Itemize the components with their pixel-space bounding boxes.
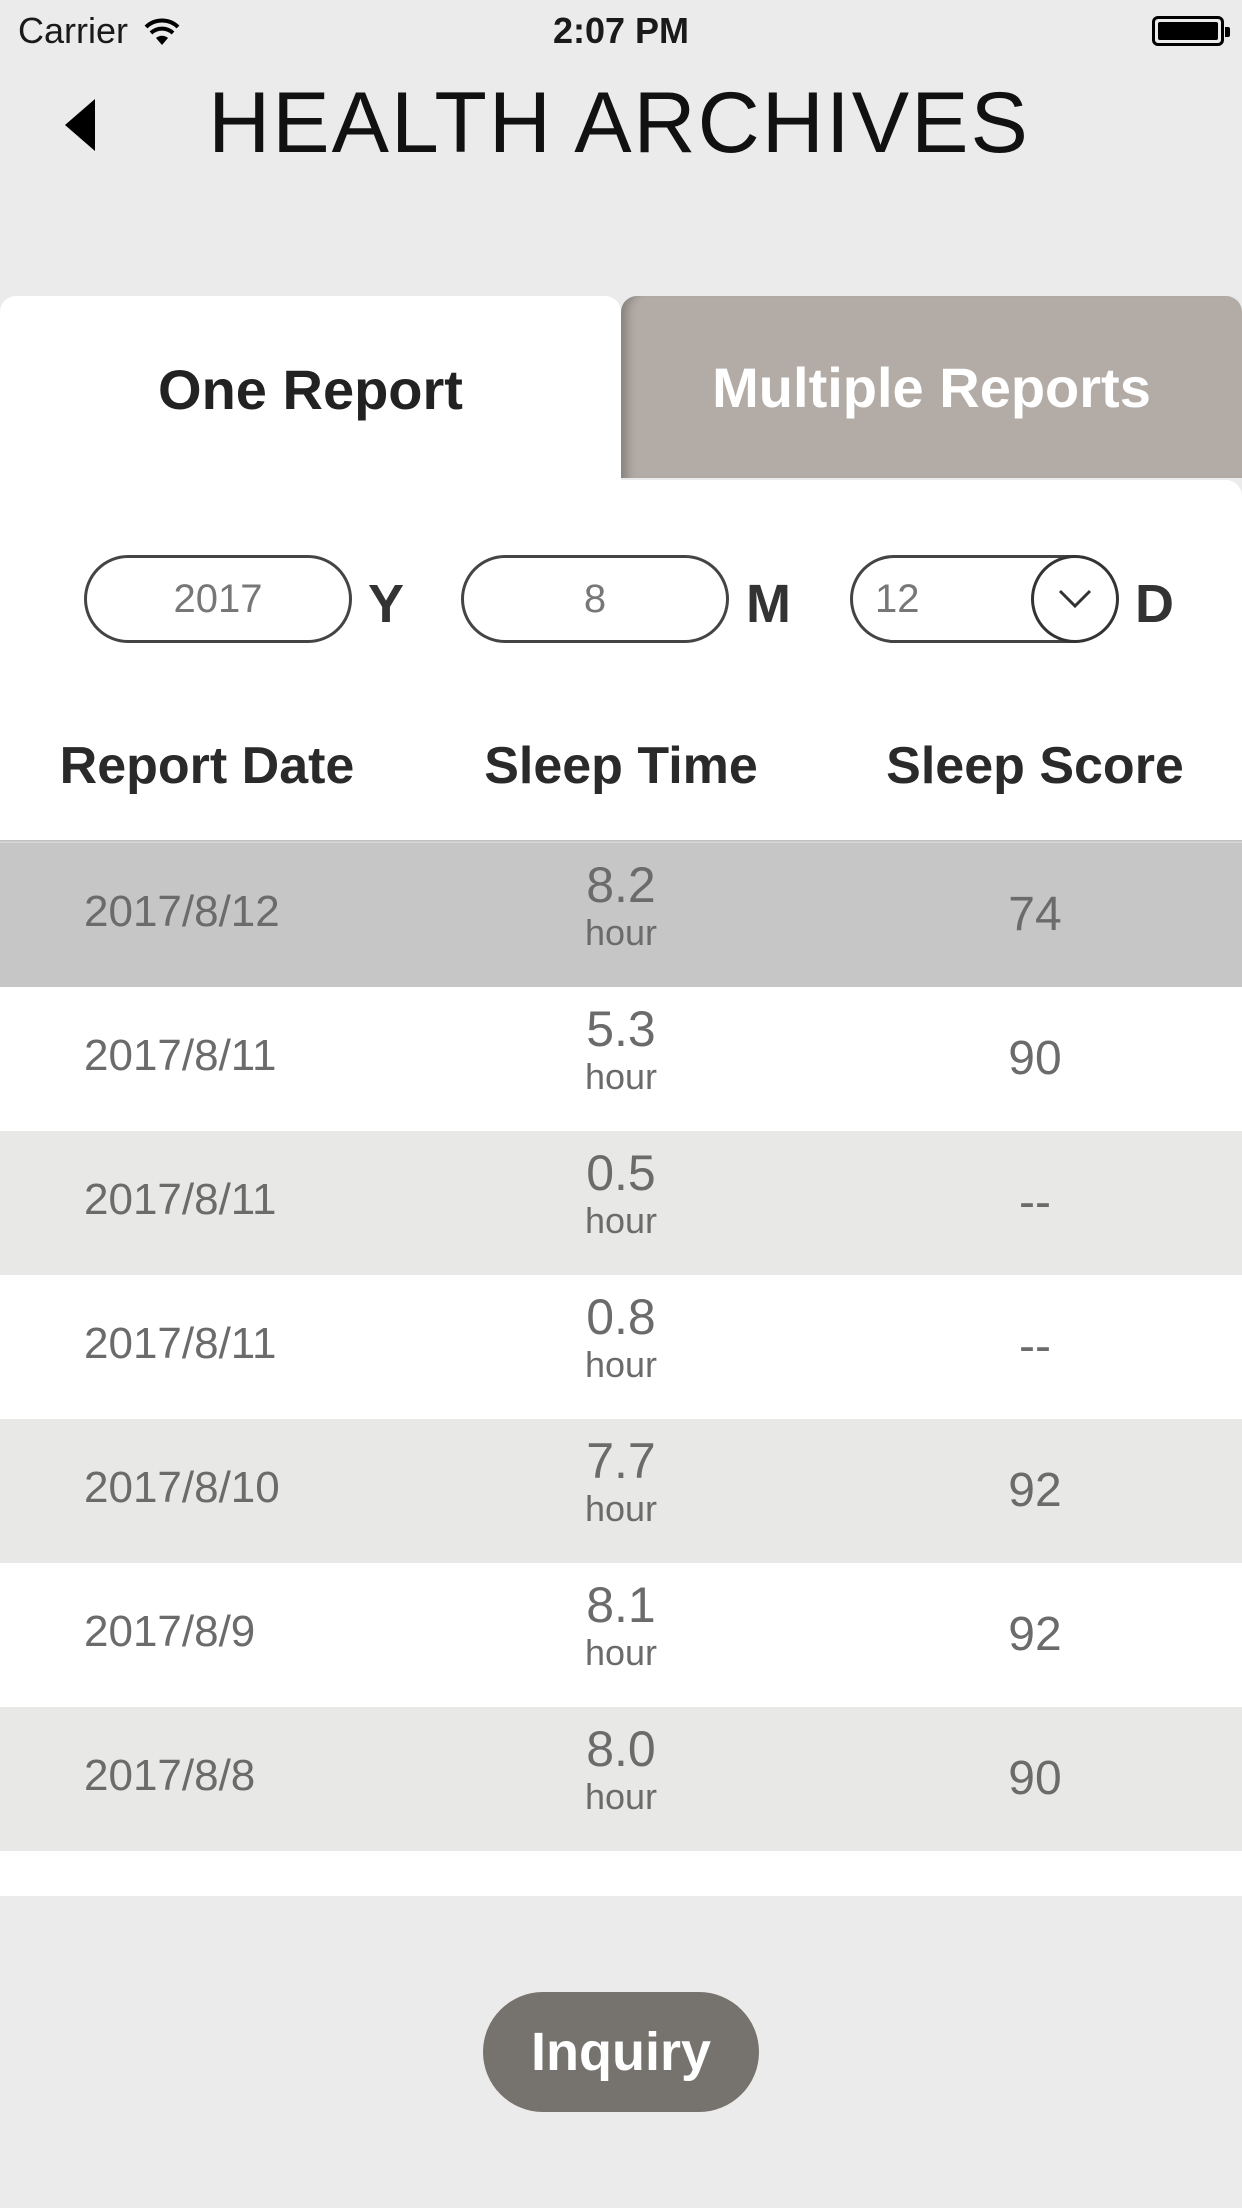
sleep-time-cell: 8.0 hour [414,1721,828,1817]
table-row[interactable]: 2017/8/11 0.8 hour -- [0,1275,1242,1419]
report-date: 2017/8/8 [84,1751,256,1800]
chevron-down-icon [1058,589,1092,609]
sleep-time-value: 8.0 [586,1721,656,1777]
report-date: 2017/8/10 [84,1463,280,1512]
page-title: HEALTH ARCHIVES [0,74,1242,173]
report-date: 2017/8/11 [84,1319,277,1368]
column-header-sleep-score: Sleep Score [886,737,1184,795]
sleep-score: -- [1019,1176,1051,1229]
sleep-time-value: 8.2 [586,857,656,913]
inquiry-button[interactable]: Inquiry [483,1992,759,2112]
sleep-time-unit: hour [584,1776,658,1817]
column-header-sleep-time: Sleep Time [484,737,758,795]
sleep-time-cell: 8.1 hour [414,1577,828,1673]
sleep-time-unit: hour [584,912,658,953]
report-date: 2017/8/11 [84,1175,277,1224]
sleep-time-cell: 7.7 hour [414,1433,828,1529]
year-input[interactable]: 2017 [84,555,352,643]
sleep-time-cell: 0.5 hour [414,1145,828,1241]
report-date: 2017/8/12 [84,887,280,936]
sleep-time-cell: 8.2 hour [414,857,828,953]
sleep-score: -- [1019,1320,1051,1373]
sleep-time-value: 0.5 [586,1145,656,1201]
status-time: 2:07 PM [552,10,690,51]
sleep-time-value: 0.8 [586,1289,656,1345]
tab-multiple-reports[interactable]: Multiple Reports [621,296,1242,478]
report-date: 2017/8/11 [84,1031,277,1080]
report-list: 2017/8/12 8.2 hour 74 2017/8/11 5.3 hour… [0,843,1242,1851]
sleep-time-cell: 5.3 hour [414,1001,828,1097]
sleep-time-value: 8.1 [586,1577,656,1633]
sleep-time-unit: hour [584,1488,658,1529]
table-row[interactable]: 2017/8/9 8.1 hour 92 [0,1563,1242,1707]
table-row[interactable]: 2017/8/11 5.3 hour 90 [0,987,1242,1131]
day-unit-label: D [1135,574,1174,634]
page-title-text: HEALTH ARCHIVES [208,75,1030,171]
sleep-time-unit: hour [584,1200,658,1241]
sleep-score: 90 [1008,1032,1062,1085]
tab-one-report[interactable]: One Report [0,296,621,482]
column-header-report-date: Report Date [59,737,355,795]
sleep-time-value: 5.3 [586,1001,656,1057]
table-row[interactable]: 2017/8/11 0.5 hour -- [0,1131,1242,1275]
month-unit-label: M [746,574,791,634]
sleep-score: 92 [1008,1608,1062,1661]
report-date: 2017/8/9 [84,1607,256,1656]
table-row[interactable]: 2017/8/8 8.0 hour 90 [0,1707,1242,1851]
sleep-score: 74 [1008,888,1062,941]
month-input[interactable]: 8 [461,555,729,643]
sleep-time-value: 7.7 [586,1433,656,1489]
battery-icon [1152,16,1230,46]
sleep-score: 92 [1008,1464,1062,1517]
day-dropdown-button[interactable] [1031,555,1119,643]
year-unit-label: Y [368,574,405,634]
table-row[interactable]: 2017/8/12 8.2 hour 74 [0,843,1242,987]
status-bar: Carrier 2:07 PM [0,0,1242,60]
sleep-time-cell: 0.8 hour [414,1289,828,1385]
sleep-score: 90 [1008,1752,1062,1805]
table-row[interactable]: 2017/8/10 7.7 hour 92 [0,1419,1242,1563]
date-filter: 2017 Y 8 M 12 D [0,555,1242,645]
sleep-time-unit: hour [584,1632,658,1673]
sleep-time-unit: hour [584,1344,658,1385]
sleep-time-unit: hour [584,1056,658,1097]
